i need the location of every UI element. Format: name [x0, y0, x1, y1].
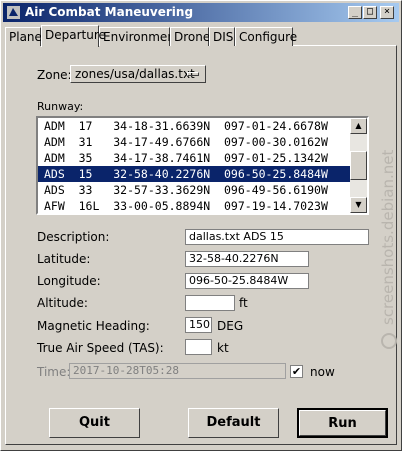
list-item-selected[interactable]: ADS 15 32-58-40.2276N 096-50-25.8484W [38, 166, 350, 182]
run-button[interactable]: Run [297, 408, 388, 438]
heading-unit: DEG [217, 319, 244, 333]
scroll-thumb[interactable] [350, 151, 367, 180]
app-icon [7, 6, 20, 19]
watermark: screenshots.debian.net [379, 150, 397, 349]
minimize-button[interactable]: _ [348, 6, 362, 19]
list-item[interactable]: ADM 17 34-18-31.6639N 097-01-24.6678W [38, 118, 350, 134]
latitude-label: Latitude: [37, 252, 91, 266]
tab-departure[interactable]: Departure [41, 25, 106, 47]
zone-value: zones/usa/dallas.txt [75, 67, 195, 81]
list-item[interactable]: ADS 33 32-57-33.3629N 096-49-56.6190W [38, 182, 350, 198]
app-window: Air Combat Maneuvering _ □ × Plane Depar… [0, 0, 402, 451]
latitude-field[interactable]: 32-58-40.2276N [185, 251, 309, 267]
time-field[interactable]: 2017-10-28T05:28 [69, 363, 286, 379]
list-item[interactable]: ADM 31 34-17-49.6766N 097-00-30.0162W [38, 134, 350, 150]
quit-button[interactable]: Quit [49, 408, 140, 438]
heading-field[interactable]: 150 [185, 317, 212, 333]
longitude-field[interactable]: 096-50-25.8484W [185, 273, 309, 289]
tab-drones[interactable]: Drones [170, 27, 217, 46]
runway-label: Runway: [37, 100, 84, 113]
now-label: now [310, 365, 335, 379]
altitude-field[interactable] [185, 295, 235, 311]
tab-dis[interactable]: DIS [209, 27, 235, 46]
zone-select[interactable]: zones/usa/dallas.txt [70, 65, 206, 83]
title-bar[interactable]: Air Combat Maneuvering _ □ × [3, 3, 399, 22]
tab-plane[interactable]: Plane [5, 27, 42, 46]
now-checkbox[interactable]: ✔ [290, 365, 303, 378]
window-title: Air Combat Maneuvering [25, 5, 194, 19]
tas-unit: kt [217, 341, 229, 355]
tas-label: True Air Speed (TAS): [37, 341, 164, 355]
zone-label: Zone: [37, 68, 72, 82]
close-button[interactable]: × [380, 6, 394, 19]
scroll-down-icon[interactable]: ▼ [350, 197, 367, 213]
maximize-button[interactable]: □ [363, 6, 377, 19]
tas-field[interactable] [185, 339, 212, 355]
vertical-scrollbar[interactable]: ▲ ▼ [350, 118, 367, 213]
tab-configure[interactable]: Configure [235, 27, 297, 46]
option-menu-indicator-icon [187, 72, 199, 76]
time-label: Time: [37, 365, 71, 379]
tab-environment[interactable]: Environment [99, 27, 180, 46]
runway-list[interactable]: ADM 17 34-18-31.6639N 097-01-24.6678W AD… [36, 116, 369, 215]
default-button[interactable]: Default [188, 408, 279, 438]
altitude-unit: ft [239, 296, 248, 310]
description-field[interactable]: dallas.txt ADS 15 [185, 229, 369, 245]
list-item[interactable]: ADM 35 34-17-38.7461N 097-01-25.1342W [38, 150, 350, 166]
list-item[interactable]: AFW 16L 33-00-05.8894N 097-19-14.7023W [38, 198, 350, 213]
longitude-label: Longitude: [37, 274, 101, 288]
heading-label: Magnetic Heading: [37, 319, 150, 333]
altitude-label: Altitude: [37, 296, 88, 310]
watermark-text: screenshots.debian.net [379, 150, 397, 325]
scroll-up-icon[interactable]: ▲ [350, 118, 367, 134]
description-label: Description: [37, 230, 110, 244]
